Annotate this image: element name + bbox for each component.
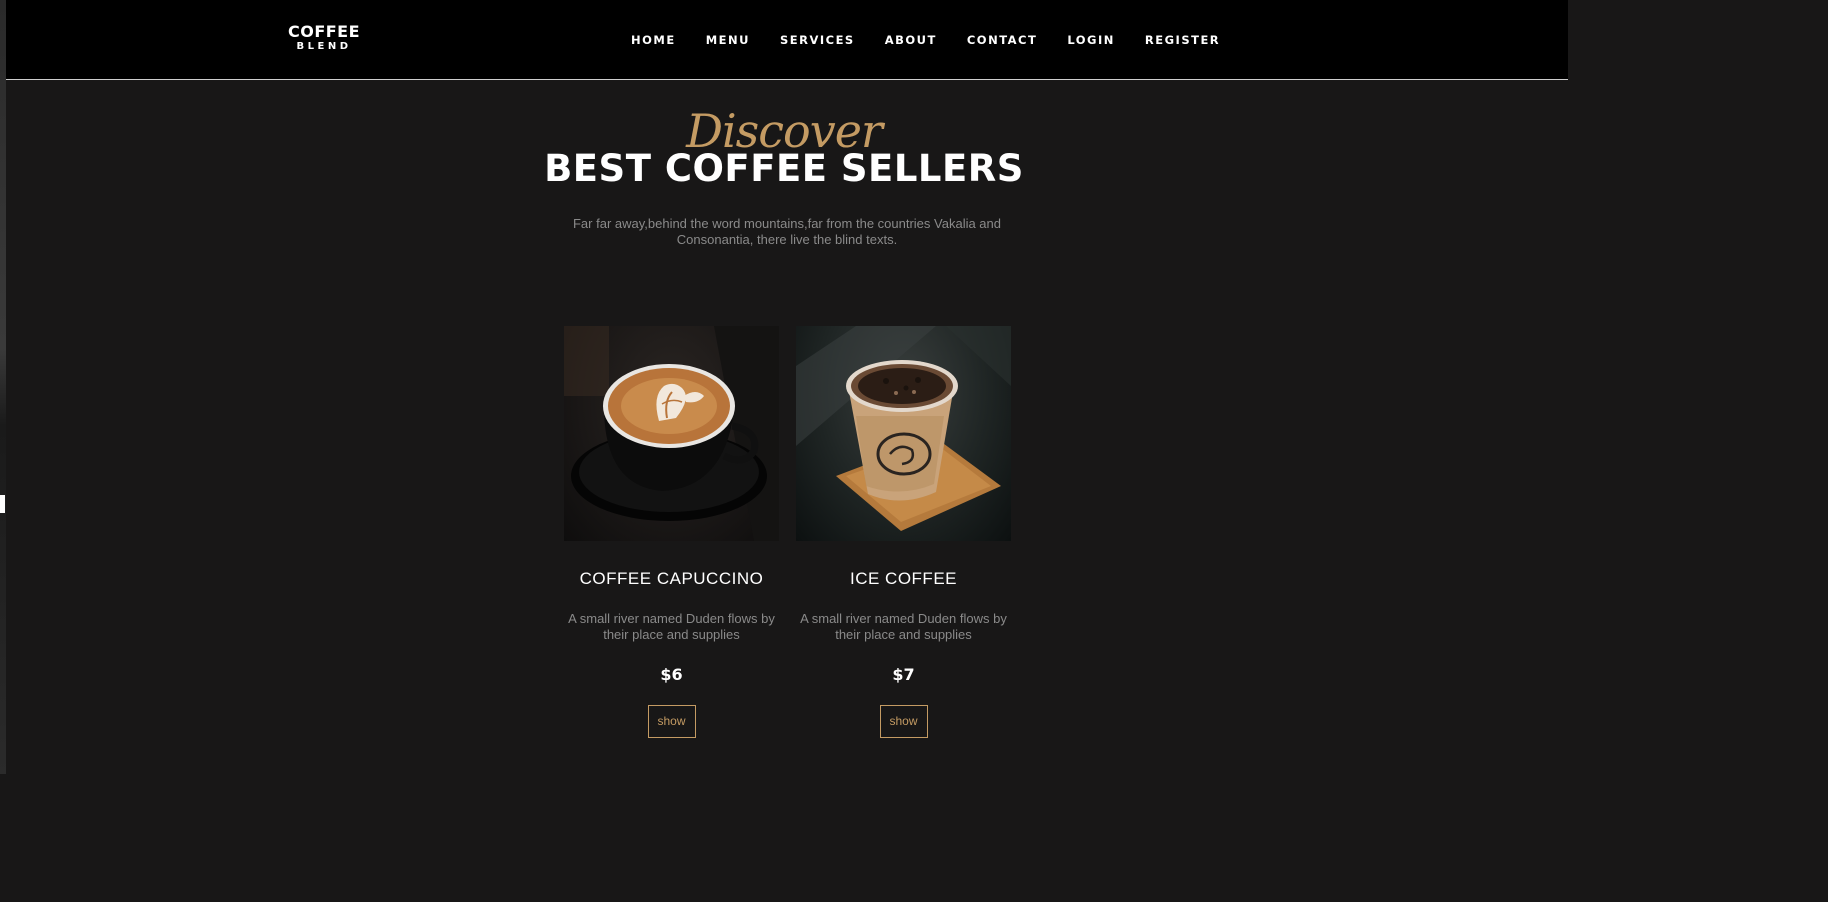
nav-item-menu[interactable]: MENU [691,33,765,47]
top-navbar: COFFEE BLEND HOME MENU SERVICES ABOUT CO… [6,0,1568,80]
cappuccino-cup-illustration [564,326,779,541]
iced-coffee-cup-illustration [796,326,1011,531]
edge-marker [0,495,5,513]
product-description: A small river named Duden flows by their… [800,611,1007,642]
nav-item-home[interactable]: HOME [616,33,691,47]
show-button[interactable]: show [879,705,928,738]
section-heading: BEST COFFEE SELLERS [544,147,1024,190]
product-price: $6 [660,665,683,684]
product-price: $7 [892,665,915,684]
show-button[interactable]: show [647,705,696,738]
cappuccino-image[interactable] [564,326,779,541]
product-card: ICE COFFEE A small river named Duden flo… [796,326,1011,738]
brand-logo-line1: COFFEE [287,22,361,41]
product-card: COFFEE CAPUCCINO A small river named Dud… [564,326,779,738]
ice-coffee-image[interactable] [796,326,1011,541]
nav-item-login[interactable]: LOGIN [1052,33,1130,47]
nav-item-services[interactable]: SERVICES [765,33,870,47]
nav-item-about[interactable]: ABOUT [870,33,952,47]
nav-menu: HOME MENU SERVICES ABOUT CONTACT LOGIN R… [616,33,1235,47]
brand-logo[interactable]: COFFEE BLEND [284,24,364,52]
product-description: A small river named Duden flows by their… [568,611,775,642]
nav-item-contact[interactable]: CONTACT [952,33,1052,47]
nav-item-register[interactable]: REGISTER [1130,33,1235,47]
section-lead-text: Far far away,behind the word mountains,f… [572,216,1002,247]
brand-logo-line2: BLEND [296,41,352,52]
product-list: COFFEE CAPUCCINO A small river named Dud… [564,326,1011,738]
product-name: COFFEE CAPUCCINO [579,569,764,588]
product-name: ICE COFFEE [849,569,957,588]
